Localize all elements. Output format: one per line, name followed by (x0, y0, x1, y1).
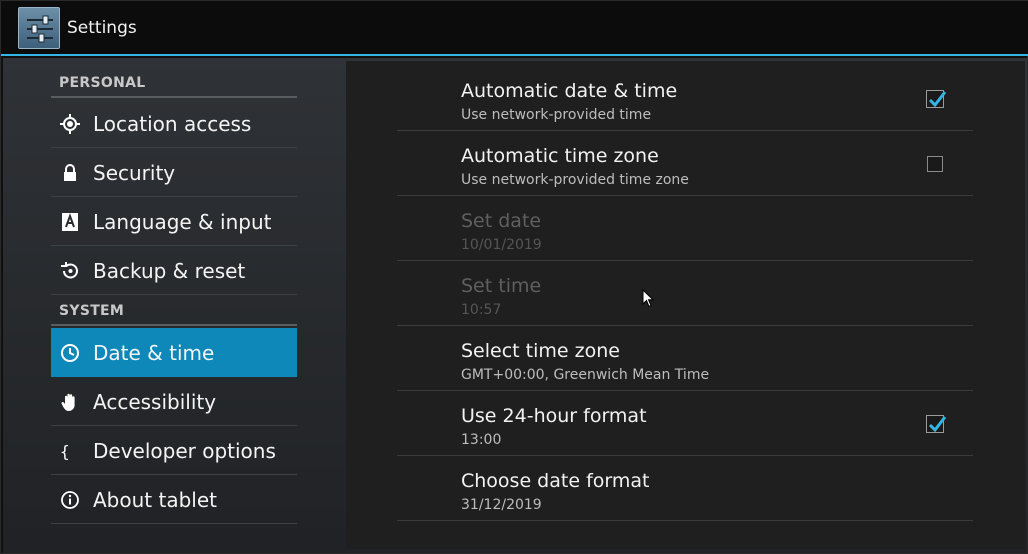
automatic-date-time-checkbox[interactable] (926, 90, 947, 108)
pref-title: Set date (461, 210, 542, 232)
pref-use-24-hour-format[interactable]: Use 24-hour format 13:00 (397, 391, 973, 456)
section-header-personal: PERSONAL (51, 68, 297, 98)
mouse-cursor-icon (642, 289, 655, 308)
check-icon (928, 416, 947, 433)
lock-icon (60, 163, 80, 183)
date-time-preferences: Automatic date & time Use network-provid… (346, 61, 1025, 549)
pref-set-date: Set date 10/01/2019 (397, 196, 973, 261)
clock-icon (60, 343, 80, 363)
pref-title: Set time (461, 275, 542, 297)
sidebar-item-accessibility[interactable]: Accessibility (51, 377, 297, 426)
pref-summary: 31/12/2019 (461, 497, 542, 513)
sidebar-item-label: Date & time (93, 341, 215, 365)
pref-automatic-time-zone[interactable]: Automatic time zone Use network-provided… (397, 131, 973, 196)
pref-summary: Use network-provided time zone (461, 172, 689, 188)
pref-choose-date-format[interactable]: Choose date format 31/12/2019 (397, 456, 973, 521)
sidebar-item-label: About tablet (93, 488, 217, 512)
info-icon (60, 490, 80, 510)
pref-select-time-zone[interactable]: Select time zone GMT+00:00, Greenwich Me… (397, 326, 973, 391)
sidebar-item-label: Language & input (93, 210, 272, 234)
pref-summary: 10:57 (461, 302, 502, 318)
settings-window: Settings PERSONAL Location access Securi… (0, 0, 1028, 554)
action-bar: Settings (1, 1, 1028, 56)
sidebar-item-language-input[interactable]: Language & input (51, 197, 297, 246)
location-target-icon (60, 114, 80, 134)
pref-title: Automatic date & time (461, 80, 678, 102)
sidebar-item-label: Security (93, 161, 176, 185)
pref-title: Select time zone (461, 340, 620, 362)
pref-automatic-date-time[interactable]: Automatic date & time Use network-provid… (397, 66, 973, 131)
use-24-hour-format-checkbox[interactable] (926, 415, 947, 433)
pref-summary: GMT+00:00, Greenwich Mean Time (461, 367, 710, 383)
braces-icon: { } (60, 441, 89, 461)
sidebar-item-security[interactable]: Security (51, 148, 297, 197)
keyboard-a-icon (60, 212, 80, 232)
section-header-system: SYSTEM (51, 296, 297, 326)
automatic-time-zone-checkbox[interactable] (927, 156, 943, 172)
pref-set-time: Set time 10:57 (397, 261, 973, 326)
sidebar-item-developer-options[interactable]: { } Developer options (51, 426, 297, 475)
sidebar-item-backup-reset[interactable]: Backup & reset (51, 246, 297, 295)
svg-text:{ }: { } (60, 442, 80, 461)
sidebar-item-date-time[interactable]: Date & time (51, 328, 297, 377)
sidebar-item-about-tablet[interactable]: About tablet (51, 475, 297, 524)
sidebar: PERSONAL Location access Security Langua… (50, 58, 298, 553)
pref-summary: Use network-provided time (461, 107, 652, 123)
pref-title: Automatic time zone (461, 145, 659, 167)
pref-title: Choose date format (461, 470, 650, 492)
sidebar-item-label: Accessibility (93, 390, 217, 414)
restore-icon (60, 261, 80, 281)
sidebar-item-location-access[interactable]: Location access (51, 99, 297, 148)
sidebar-item-label: Location access (93, 112, 252, 136)
settings-sliders-icon[interactable] (18, 7, 60, 49)
pref-title: Use 24-hour format (461, 405, 647, 427)
hand-icon (60, 392, 80, 412)
pref-summary: 13:00 (461, 432, 502, 448)
sidebar-item-label: Backup & reset (93, 259, 246, 283)
sidebar-item-label: Developer options (93, 439, 276, 463)
check-icon (928, 91, 947, 108)
pref-summary: 10/01/2019 (461, 237, 542, 253)
content-area: PERSONAL Location access Security Langua… (3, 58, 1027, 553)
app-title: Settings (67, 18, 137, 38)
